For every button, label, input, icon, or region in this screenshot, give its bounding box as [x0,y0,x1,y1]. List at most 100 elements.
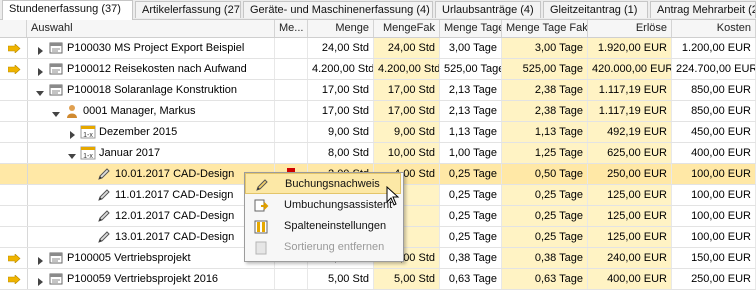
cell-mengefak[interactable]: 5,00 Std [374,269,440,289]
cell-menge-tage-fak[interactable]: 525,00 Tage [502,59,588,79]
row-marker[interactable] [0,38,28,58]
menu-item-sortierung-entfernen[interactable]: Sortierung entfernen [245,237,401,258]
cell-menge-tage[interactable]: 0,25 Tage [440,164,502,184]
cell-menge[interactable]: 8,00 Std [308,143,374,163]
cell-mengefak[interactable]: 17,00 Std [374,101,440,121]
table-row[interactable]: 1-x Januar 2017 8,00 Std 10,00 Std 1,00 Tage… [0,143,756,164]
collapse-icon[interactable] [35,85,45,96]
row-marker[interactable] [0,80,28,100]
header-memo[interactable]: Me... [275,20,308,37]
cell-auswahl[interactable]: 11.01.2017 CAD-Design [27,185,275,205]
cell-auswahl[interactable]: P100018 Solaranlage Konstruktion [27,80,275,100]
cell-kosten[interactable]: 400,00 EUR [672,143,756,163]
header-menge-tage[interactable]: Menge Tage [440,20,502,37]
cell-menge-tage-fak[interactable]: 0,25 Tage [502,227,588,247]
cell-mengefak[interactable]: 24,00 Std [374,38,440,58]
cell-memo[interactable] [275,59,308,79]
tab-stundenerfassung[interactable]: Stundenerfassung (37) [2,0,133,20]
row-marker[interactable] [0,164,28,184]
cell-auswahl[interactable]: 13.01.2017 CAD-Design [27,227,275,247]
cell-menge-tage[interactable]: 0,63 Tage [440,269,502,289]
header-mengefak[interactable]: MengeFak [374,20,440,37]
cell-auswahl[interactable]: 1-x Januar 2017 [27,143,275,163]
cell-menge-tage-fak[interactable]: 0,38 Tage [502,248,588,268]
cell-menge[interactable]: 9,00 Std [308,122,374,142]
cell-erloese[interactable]: 625,00 EUR [588,143,672,163]
cell-kosten[interactable]: 150,00 EUR [672,248,756,268]
header-menge[interactable]: Menge [308,20,374,37]
cell-auswahl[interactable]: 0001 Manager, Markus [27,101,275,121]
header-menge-tage-fak[interactable]: Menge Tage Fak [502,20,588,37]
menu-item-spalteneinstellungen[interactable]: Spalteneinstellungen [245,216,401,237]
cell-kosten[interactable]: 850,00 EUR [672,80,756,100]
cell-auswahl[interactable]: P100030 MS Project Export Beispiel [27,38,275,58]
cell-menge-tage-fak[interactable]: 0,25 Tage [502,185,588,205]
cell-memo[interactable] [275,80,308,100]
table-row[interactable]: P100012 Reisekosten nach Aufwand 4.200,00… [0,59,756,80]
cell-memo[interactable] [275,269,308,289]
cell-menge[interactable]: 5,00 Std [308,269,374,289]
cell-memo[interactable] [275,101,308,121]
table-row[interactable]: P100030 MS Project Export Beispiel 24,00 … [0,38,756,59]
row-marker[interactable] [0,248,28,268]
cell-kosten[interactable]: 450,00 EUR [672,122,756,142]
cell-kosten[interactable]: 224.700,00 EUR [672,59,756,79]
cell-auswahl[interactable]: P100012 Reisekosten nach Aufwand [27,59,275,79]
cell-menge-tage[interactable]: 0,38 Tage [440,248,502,268]
expand-icon[interactable] [35,43,45,55]
cell-menge-tage[interactable]: 0,25 Tage [440,206,502,226]
cell-auswahl[interactable]: P100005 Vertriebsprojekt [27,248,275,268]
collapse-icon[interactable] [51,106,61,117]
cell-kosten[interactable]: 850,00 EUR [672,101,756,121]
cell-erloese[interactable]: 125,00 EUR [588,206,672,226]
table-row[interactable]: P100018 Solaranlage Konstruktion 17,00 St… [0,80,756,101]
tab-gleitzeitantrag[interactable]: Gleitzeitantrag (1) [543,1,648,18]
tab-urlaubsantraege[interactable]: Urlaubsanträge (4) [435,1,541,18]
tab-artikelerfassung[interactable]: Artikelerfassung (27) [135,1,241,18]
cell-menge-tage-fak[interactable]: 3,00 Tage [502,38,588,58]
cell-kosten[interactable]: 100,00 EUR [672,227,756,247]
header-kosten[interactable]: Kosten [672,20,756,37]
cell-menge-tage[interactable]: 0,25 Tage [440,185,502,205]
table-row[interactable]: 1-x Dezember 2015 9,00 Std 9,00 Std 1,13 Tag… [0,122,756,143]
cell-menge[interactable]: 17,00 Std [308,80,374,100]
cell-kosten[interactable]: 250,00 EUR [672,269,756,289]
cell-menge[interactable]: 17,00 Std [308,101,374,121]
collapse-icon[interactable] [67,148,77,159]
cell-memo[interactable] [275,38,308,58]
cell-auswahl[interactable]: 1-x Dezember 2015 [27,122,275,142]
cell-erloese[interactable]: 1.117,19 EUR [588,80,672,100]
cell-menge-tage-fak[interactable]: 1,25 Tage [502,143,588,163]
expand-icon[interactable] [35,64,45,76]
cell-kosten[interactable]: 1.200,00 EUR [672,38,756,58]
cell-menge-tage-fak[interactable]: 1,13 Tage [502,122,588,142]
row-marker[interactable] [0,143,28,163]
cell-memo[interactable] [275,143,308,163]
cell-menge-tage-fak[interactable]: 2,38 Tage [502,80,588,100]
cell-kosten[interactable]: 100,00 EUR [672,164,756,184]
cell-erloese[interactable]: 400,00 EUR [588,269,672,289]
table-row[interactable]: 0001 Manager, Markus 17,00 Std 17,00 Std 2,… [0,101,756,122]
cell-erloese[interactable]: 125,00 EUR [588,185,672,205]
cell-menge-tage[interactable]: 0,25 Tage [440,227,502,247]
cell-auswahl[interactable]: P100059 Vertriebsprojekt 2016 [27,269,275,289]
cell-menge[interactable]: 24,00 Std [308,38,374,58]
header-erloese[interactable]: Erlöse [588,20,672,37]
expand-icon[interactable] [35,253,45,265]
row-marker[interactable] [0,122,28,142]
cell-memo[interactable] [275,122,308,142]
cell-erloese[interactable]: 250,00 EUR [588,164,672,184]
tab-geraete-maschinenerfassung[interactable]: Geräte- und Maschinenerfassung (4) [243,1,433,18]
expand-icon[interactable] [35,274,45,286]
cell-mengefak[interactable]: 9,00 Std [374,122,440,142]
cell-menge-tage[interactable]: 2,13 Tage [440,80,502,100]
menu-item-umbuchungsassistent[interactable]: Umbuchungsassistent [245,195,401,216]
cell-menge-tage-fak[interactable]: 2,38 Tage [502,101,588,121]
cell-menge-tage-fak[interactable]: 0,50 Tage [502,164,588,184]
cell-menge-tage-fak[interactable]: 0,25 Tage [502,206,588,226]
cell-menge-tage-fak[interactable]: 0,63 Tage [502,269,588,289]
cell-erloese[interactable]: 1.117,19 EUR [588,101,672,121]
table-row[interactable]: P100059 Vertriebsprojekt 2016 5,00 Std 5,0… [0,269,756,290]
menu-item-buchungsnachweis[interactable]: Buchungsnachweis [245,173,401,194]
cell-menge-tage[interactable]: 1,00 Tage [440,143,502,163]
